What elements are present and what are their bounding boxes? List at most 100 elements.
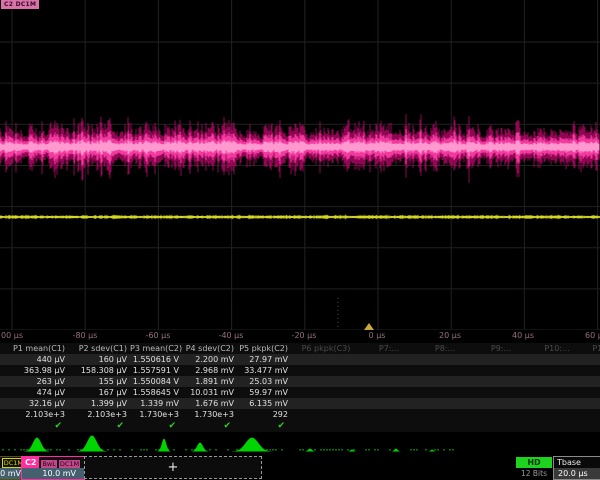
histogram-baseline-dash bbox=[443, 449, 445, 451]
hd-mode-badge[interactable]: HD bbox=[516, 457, 552, 468]
histogram-baseline-dash bbox=[281, 449, 283, 451]
histogram-baseline-dash bbox=[416, 449, 418, 451]
measure-param-header[interactable]: P2 sdev(C1) bbox=[68, 343, 130, 354]
measure-value: 59.97 mV bbox=[237, 387, 291, 398]
histogram-baseline-dash bbox=[56, 449, 58, 451]
measure-value-empty bbox=[361, 409, 417, 420]
measure-value-empty bbox=[291, 354, 361, 365]
measure-value-empty bbox=[291, 365, 361, 376]
histogram-baseline-dash bbox=[227, 449, 229, 451]
measure-param-header-inactive[interactable]: P10:... bbox=[529, 343, 585, 354]
c2-descriptor[interactable]: C2BwLDC1M 10.0 mV bbox=[21, 456, 85, 480]
measure-value-empty bbox=[291, 376, 361, 387]
histogram-baseline-dash bbox=[2, 449, 4, 451]
measure-value-empty bbox=[585, 354, 600, 365]
measure-value: 2.103e+3 bbox=[0, 409, 68, 420]
measure-value-empty bbox=[529, 387, 585, 398]
oscilloscope-screen: C2 DC1M 00 µs-80 µs-60 µs-40 µs-20 µs0 µ… bbox=[0, 0, 600, 480]
measure-value-empty bbox=[417, 420, 473, 432]
histogram-baseline-dash bbox=[209, 449, 211, 451]
histogram-baseline-dash bbox=[272, 449, 274, 451]
measure-param-header[interactable]: P4 sdev(C2) bbox=[182, 343, 237, 354]
histogram-baseline-dash bbox=[332, 449, 334, 451]
measure-value: 10.031 mV bbox=[182, 387, 237, 398]
histogram-baseline-dash bbox=[20, 449, 22, 451]
measure-param-header-inactive[interactable]: P6 pkpk(C3) bbox=[291, 343, 361, 354]
histogram-baseline-dash bbox=[275, 449, 277, 451]
histogram-baseline-dash bbox=[314, 449, 316, 451]
measure-value-empty bbox=[585, 387, 600, 398]
measure-value-empty bbox=[585, 409, 600, 420]
measure-value-empty bbox=[473, 376, 529, 387]
measure-value: 2.200 mV bbox=[182, 354, 237, 365]
measure-value-empty bbox=[361, 376, 417, 387]
histogram-baseline-dash bbox=[23, 449, 25, 451]
histogram-peak bbox=[391, 449, 401, 452]
histogram-baseline-dash bbox=[107, 449, 109, 451]
histogram-trace bbox=[0, 432, 600, 455]
measure-param-header[interactable]: P5 pkpk(C2) bbox=[237, 343, 291, 354]
descriptor-bar: DC1M 10.0 mV C2BwLDC1M 10.0 mV + HD 12 B… bbox=[0, 455, 600, 480]
measure-value-empty bbox=[529, 365, 585, 376]
timebase-value: 20.0 µs bbox=[554, 468, 600, 479]
timebase-descriptor[interactable]: Tbase 20.0 µs bbox=[553, 456, 600, 480]
axis-tick-label: 60 µs bbox=[585, 331, 600, 340]
measure-value-empty bbox=[417, 398, 473, 409]
timebase-title: Tbase bbox=[554, 457, 600, 468]
measure-value: 160 µV bbox=[68, 354, 130, 365]
time-axis: 00 µs-80 µs-60 µs-40 µs-20 µs0 µs20 µs40… bbox=[0, 329, 600, 343]
histogram-baseline-dash bbox=[341, 449, 343, 451]
measure-value-empty bbox=[585, 376, 600, 387]
measure-value: 263 µV bbox=[0, 376, 68, 387]
measure-value-empty bbox=[417, 387, 473, 398]
histogram-baseline-dash bbox=[452, 449, 454, 451]
measure-param-header-inactive[interactable]: P9:... bbox=[473, 343, 529, 354]
histogram-baseline-dash bbox=[425, 449, 427, 451]
measure-value: 158.308 µV bbox=[68, 365, 130, 376]
histogram-baseline-dash bbox=[140, 449, 142, 451]
measure-value: 1.399 µV bbox=[68, 398, 130, 409]
measure-value-empty bbox=[291, 398, 361, 409]
measure-value-empty bbox=[585, 365, 600, 376]
histogram-baseline-dash bbox=[299, 449, 301, 451]
histogram-baseline-dash bbox=[77, 449, 79, 451]
measure-param-header[interactable]: P1 mean(C1) bbox=[0, 343, 68, 354]
histogram-baseline-dash bbox=[8, 449, 10, 451]
measure-param-header-inactive[interactable]: P7:... bbox=[361, 343, 417, 354]
measure-param-header[interactable]: P3 mean(C2) bbox=[130, 343, 182, 354]
histogram-baseline-dash bbox=[47, 449, 49, 451]
table-row: 2.103e+32.103e+31.730e+31.730e+3292 bbox=[0, 409, 600, 420]
status-check-icon: ✔ bbox=[68, 420, 130, 432]
measure-value: 1.891 mV bbox=[182, 376, 237, 387]
c2-vdiv-value: 10.0 mV bbox=[22, 468, 84, 479]
measure-param-header-inactive[interactable]: P8:... bbox=[417, 343, 473, 354]
measure-value: 1.557591 V bbox=[130, 365, 182, 376]
histogram-baseline-dash bbox=[449, 449, 451, 451]
histogram-baseline-dash bbox=[434, 449, 436, 451]
measure-value: 25.03 mV bbox=[237, 376, 291, 387]
measure-value-empty bbox=[473, 354, 529, 365]
plus-icon: + bbox=[168, 460, 179, 475]
measure-value-empty bbox=[417, 376, 473, 387]
add-trace-button[interactable]: + bbox=[84, 456, 262, 479]
measure-value-empty bbox=[529, 376, 585, 387]
histogram-baseline-dash bbox=[131, 449, 133, 451]
histogram-baseline-dash bbox=[347, 449, 349, 451]
measure-value: 1.550616 V bbox=[130, 354, 182, 365]
histogram-baseline-dash bbox=[14, 449, 16, 451]
axis-tick-label: 20 µs bbox=[439, 331, 461, 340]
histogram-baseline-dash bbox=[302, 449, 304, 451]
histogram-baseline-dash bbox=[368, 449, 370, 451]
measure-value-empty bbox=[361, 365, 417, 376]
measure-param-header-inactive[interactable]: P11:... bbox=[585, 343, 600, 354]
histogram-baseline-dash bbox=[410, 449, 412, 451]
histogram-baseline-dash bbox=[59, 449, 61, 451]
measure-value-empty bbox=[473, 365, 529, 376]
measure-value: 33.477 mV bbox=[237, 365, 291, 376]
waveform-grid[interactable] bbox=[0, 0, 600, 330]
measure-value: 155 µV bbox=[68, 376, 130, 387]
measure-value-empty bbox=[585, 420, 600, 432]
histogram-baseline-dash bbox=[50, 449, 52, 451]
measurement-table: P1 mean(C1)P2 sdev(C1)P3 mean(C2)P4 sdev… bbox=[0, 343, 600, 432]
histogram-baseline-dash bbox=[389, 449, 391, 451]
